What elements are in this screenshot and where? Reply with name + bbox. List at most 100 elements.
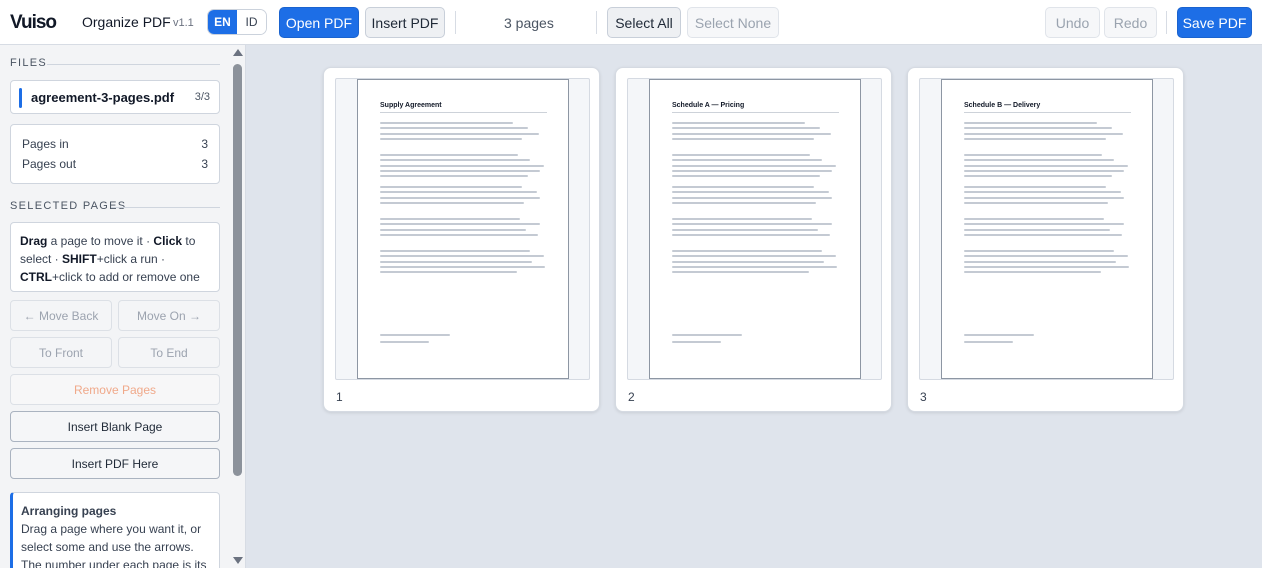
stat-label: Pages in [22,137,69,151]
lang-en-button[interactable]: EN [208,10,237,34]
to-end-button[interactable]: To End [118,337,220,368]
scroll-up-arrow-icon[interactable] [233,49,243,56]
text-line [964,169,1124,172]
text-line [672,164,836,167]
text-line [380,191,537,194]
text-line [964,201,1108,204]
pages-count: 3 pages [504,15,554,31]
save-pdf-button[interactable]: Save PDF [1177,7,1252,38]
page-stats: Pages in 3 Pages out 3 [10,124,220,184]
text-line [964,196,1124,199]
text-line [380,154,518,156]
text-line [672,186,814,188]
text-line [672,255,836,258]
text-line [380,164,544,167]
app-title: Organize PDF [82,14,171,30]
text-line [380,137,522,140]
stat-value: 3 [201,137,208,151]
help-click: Click [153,234,183,248]
move-back-button[interactable]: ← Move Back [10,300,112,331]
text-line [672,191,829,194]
text-line [964,175,1112,178]
selection-help: Drag a page to move it · Click to select… [10,222,220,292]
stat-label: Pages out [22,157,77,171]
toolbar-divider [1166,11,1167,34]
section-divider [111,207,220,208]
signature-line [380,341,429,343]
text-line [380,201,524,204]
info-title: Arranging pages [21,504,117,518]
select-none-button[interactable]: Select None [687,7,779,38]
to-front-button[interactable]: To Front [10,337,112,368]
insert-pdf-button[interactable]: Insert PDF [365,7,445,38]
text-line [964,191,1121,194]
scroll-thumb[interactable] [233,64,242,476]
text-line [672,260,824,263]
text-line [964,159,1114,162]
text-line [380,175,528,178]
insert-blank-page-button[interactable]: Insert Blank Page [10,411,220,442]
app-version: v1.1 [173,17,194,29]
text-line [672,175,820,178]
text-line [964,154,1102,156]
redo-button[interactable]: Redo [1104,7,1157,38]
help-text: a page to move it · [47,234,154,248]
stat-pages-in: Pages in 3 [22,137,208,151]
text-line [380,186,522,188]
text-line [380,122,513,124]
file-name: agreement-3-pages.pdf [31,90,175,105]
text-line [672,132,831,135]
select-all-button[interactable]: Select All [607,7,681,38]
text-line [672,169,832,172]
info-text: Drag a page where you want it, or select… [21,522,207,568]
signature-line [964,334,1034,336]
page-number: 1 [336,390,343,404]
text-line [672,127,820,130]
signature-line [964,341,1013,343]
top-toolbar: Vuiso Organize PDF v1.1 EN ID Open PDF I… [0,0,1262,45]
section-divider [47,64,220,65]
page-card[interactable]: Schedule A — Pricing 2 [615,67,892,412]
scroll-down-arrow-icon[interactable] [233,557,243,564]
undo-button[interactable]: Undo [1045,7,1100,38]
open-pdf-button[interactable]: Open PDF [279,7,359,38]
text-line [380,228,526,231]
text-line [964,260,1116,263]
toolbar-divider [596,11,597,34]
page-heading: Schedule A — Pricing [672,102,745,109]
text-line [672,233,830,236]
text-line [964,265,1129,268]
text-line [672,271,809,274]
file-item[interactable]: agreement-3-pages.pdf 3/3 [10,80,220,114]
page-thumbnail-frame: Schedule A — Pricing [627,78,882,380]
text-line [964,218,1104,220]
text-line [672,159,822,162]
sidebar-scrollbar[interactable] [232,49,243,567]
page-card[interactable]: Supply Agreement 1 [323,67,600,412]
text-line [672,154,810,156]
help-text: +click a run · [96,252,166,266]
page-card[interactable]: Schedule B — Delivery 3 [907,67,1184,412]
text-line [380,223,540,226]
remove-pages-button[interactable]: Remove Pages [10,374,220,405]
text-line [672,223,832,226]
move-on-button[interactable]: Move On → [118,300,220,331]
lang-id-button[interactable]: ID [237,10,266,34]
text-line [380,218,520,220]
page-heading: Schedule B — Delivery [964,102,1041,109]
insert-pdf-here-button[interactable]: Insert PDF Here [10,448,220,479]
text-line [672,201,816,204]
language-switch: EN ID [207,9,267,35]
selected-pages-section-title: SELECTED PAGES [10,200,127,212]
page-thumbnail: Schedule B — Delivery [941,79,1153,379]
text-line [380,127,528,130]
text-line [964,223,1124,226]
text-line [380,260,532,263]
arranging-info: Arranging pages Drag a page where you wa… [10,492,220,568]
page-thumbnail-frame: Schedule B — Delivery [919,78,1174,380]
text-line [380,169,540,172]
page-number: 2 [628,390,635,404]
text-line [380,250,530,252]
vuiso-logo: Vuiso [10,12,57,33]
toolbar-divider [455,11,456,34]
